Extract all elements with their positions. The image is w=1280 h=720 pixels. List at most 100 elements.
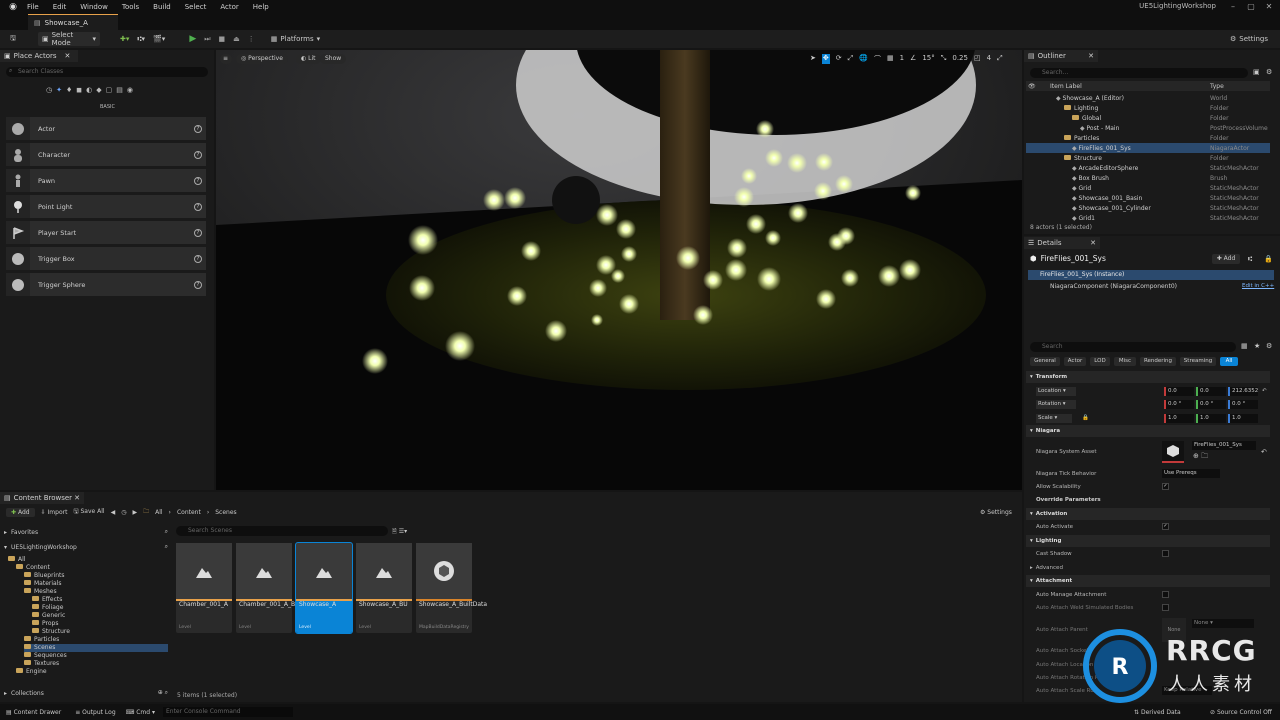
level-viewport[interactable]: ≡ ◎ Perspective ◐ Lit Show ➤ ✥ ⟳ ⤢ 🌐 ⌒ ▦…	[216, 50, 1022, 490]
project-header[interactable]: ▾ UE5LightingWorkshop ⌕	[4, 542, 168, 552]
menu-file[interactable]: File	[20, 3, 46, 11]
star-icon[interactable]: ★	[1254, 342, 1260, 350]
folder-item[interactable]: Engine	[16, 668, 168, 676]
outliner-row[interactable]: ◆ Grid StaticMeshActor	[1026, 183, 1270, 193]
folder-item[interactable]: Scenes	[24, 644, 168, 652]
derived-data-button[interactable]: ⇅ Derived Data	[1134, 709, 1181, 716]
outliner-row[interactable]: ◆ ArcadeEditorSphere StaticMeshActor	[1026, 163, 1270, 173]
favorites-header[interactable]: ▸ Favorites ⌕	[4, 527, 168, 537]
asset-tile[interactable]: Chamber_001_A_BU Level	[236, 543, 300, 633]
import-button[interactable]: ⇩ Import	[41, 509, 68, 516]
search-classes-input[interactable]: Search Classes	[6, 67, 208, 77]
back-icon[interactable]: ◀	[111, 509, 116, 516]
location-y-field[interactable]: 0.0	[1196, 386, 1226, 396]
menu-edit[interactable]: Edit	[46, 3, 74, 11]
actor-item-character[interactable]: Character ?	[6, 143, 206, 166]
unreal-logo-icon[interactable]: ◉	[6, 0, 20, 14]
scale-tool-icon[interactable]: ⤢	[848, 54, 854, 64]
outliner-row[interactable]: ◆ FireFlies_001_Sys NiagaraActor	[1026, 143, 1270, 153]
lock-icon[interactable]: 🔒	[1082, 415, 1089, 421]
select-mode-button[interactable]: ▣ Select Mode ▾	[37, 31, 100, 47]
details-actor-name[interactable]: FireFlies_001_Sys	[1041, 254, 1106, 263]
angle-snap-value[interactable]: 15°	[922, 54, 934, 64]
all-classes-icon[interactable]: ▤	[116, 86, 123, 94]
folder-item[interactable]: Meshes	[24, 588, 168, 596]
platforms-button[interactable]: ▦ Platforms ▾	[267, 32, 324, 46]
cinematic-icon[interactable]: ◼	[76, 86, 82, 94]
add-filter-icon[interactable]: ▣	[1253, 68, 1260, 76]
category-tab-rendering[interactable]: Rendering	[1140, 357, 1176, 366]
help-icon[interactable]: ?	[194, 254, 202, 263]
location-dropdown[interactable]: Location ▾	[1036, 386, 1076, 396]
outliner-row[interactable]: ◆ Grid1 StaticMeshActor	[1026, 213, 1270, 223]
maximize-icon[interactable]: ▢	[1244, 1, 1258, 13]
search-scenes-input[interactable]: Search Scenes	[176, 526, 388, 536]
category-tab-lod[interactable]: LOD	[1090, 357, 1110, 366]
rotate-tool-icon[interactable]: ⟳	[836, 54, 842, 64]
outliner-row[interactable]: ◆ Box Brush Brush	[1026, 173, 1270, 183]
content-browser-tab[interactable]: ▤ Content Browser ✕	[0, 492, 84, 504]
close-icon[interactable]: ✕	[1088, 52, 1094, 60]
breadcrumb-all[interactable]: All	[155, 509, 162, 516]
add-component-button[interactable]: ✚ Add	[1212, 254, 1240, 264]
collections-header[interactable]: ▸ Collections ⊕ ⌕	[4, 688, 168, 698]
geometry-icon[interactable]: ◆	[96, 86, 101, 94]
folder-item[interactable]: Particles	[24, 636, 168, 644]
add-content-icon[interactable]: ✚▾	[116, 32, 133, 46]
outliner-row[interactable]: ◆ Showcase_001_Basin StaticMeshActor	[1026, 193, 1270, 203]
close-icon[interactable]: ✕	[1262, 1, 1276, 13]
location-z-field[interactable]: 212.6352	[1228, 386, 1258, 396]
visual-effects-icon[interactable]: ◐	[86, 86, 92, 94]
override-parameters-row[interactable]: Override Parameters	[1026, 494, 1270, 506]
rotation-y-field[interactable]: 0.0 °	[1196, 399, 1226, 409]
rotation-dropdown[interactable]: Rotation ▾	[1036, 399, 1076, 409]
level-tab[interactable]: ▤ Showcase_A	[28, 14, 118, 30]
camera-speed-value[interactable]: 4	[987, 54, 991, 64]
menu-select[interactable]: Select	[178, 3, 214, 11]
category-tab-all[interactable]: All	[1220, 357, 1238, 366]
output-log-button[interactable]: ≡ Output Log	[75, 709, 115, 716]
menu-window[interactable]: Window	[73, 3, 115, 11]
history-icon[interactable]: ◷	[121, 509, 126, 516]
volumes-icon[interactable]: ▢	[106, 86, 113, 94]
weld-checkbox[interactable]	[1162, 604, 1169, 611]
scale-x-field[interactable]: 1.0	[1164, 413, 1194, 423]
save-search-icon[interactable]: 🗎 ☰▾	[392, 527, 407, 537]
asset-tile[interactable]: Chamber_001_A Level	[176, 543, 232, 633]
rotation-x-field[interactable]: 0.0 °	[1164, 399, 1194, 409]
help-icon[interactable]: ?	[194, 176, 202, 185]
asset-tile[interactable]: Showcase_A_BU Level	[356, 543, 412, 633]
scale-z-field[interactable]: 1.0	[1228, 413, 1258, 423]
reset-icon[interactable]: ↶	[1262, 388, 1267, 394]
view-mode-button[interactable]: ◐ Lit	[296, 54, 321, 64]
details-tab[interactable]: ☰ Details ✕	[1024, 237, 1100, 249]
select-tool-icon[interactable]: ➤	[810, 54, 816, 64]
actor-item-actor[interactable]: Actor ?	[6, 117, 206, 140]
angle-snap-icon[interactable]: ∠	[910, 54, 916, 64]
save-level-icon[interactable]: 🖫	[6, 32, 20, 46]
scale-dropdown[interactable]: Scale ▾	[1036, 413, 1072, 423]
shapes-icon[interactable]: ◉	[127, 86, 133, 94]
category-tab-misc[interactable]: Misc	[1114, 357, 1136, 366]
folder-item[interactable]: Textures	[24, 660, 168, 668]
reset-icon[interactable]: ↶	[1261, 448, 1267, 456]
category-tab-general[interactable]: General	[1030, 357, 1060, 366]
folder-item[interactable]: Materials	[24, 580, 168, 588]
outliner-row[interactable]: Structure Folder	[1026, 153, 1270, 163]
close-icon[interactable]: ✕	[74, 494, 80, 502]
menu-actor[interactable]: Actor	[213, 3, 245, 11]
translate-tool-icon[interactable]: ✥	[821, 54, 830, 64]
scale-snap-value[interactable]: 0.25	[952, 54, 968, 64]
settings-icon[interactable]: ⚙	[1266, 342, 1272, 350]
breadcrumb-content[interactable]: Content	[177, 509, 201, 516]
folder-item[interactable]: Foliage	[32, 604, 168, 612]
settings-icon[interactable]: ⚙	[1266, 68, 1272, 76]
section-niagara[interactable]: ▾ Niagara	[1026, 425, 1270, 437]
folder-item[interactable]: Props	[32, 620, 168, 628]
search-icon[interactable]: ⌕	[165, 543, 168, 551]
outliner-row[interactable]: Particles Folder	[1026, 133, 1270, 143]
blueprint-icon[interactable]: ⑆▾	[133, 32, 149, 46]
menu-help[interactable]: Help	[246, 3, 276, 11]
actor-item-player-start[interactable]: Player Start ?	[6, 221, 206, 244]
outliner-row[interactable]: ◆ Post - Main PostProcessVolume	[1026, 123, 1270, 133]
